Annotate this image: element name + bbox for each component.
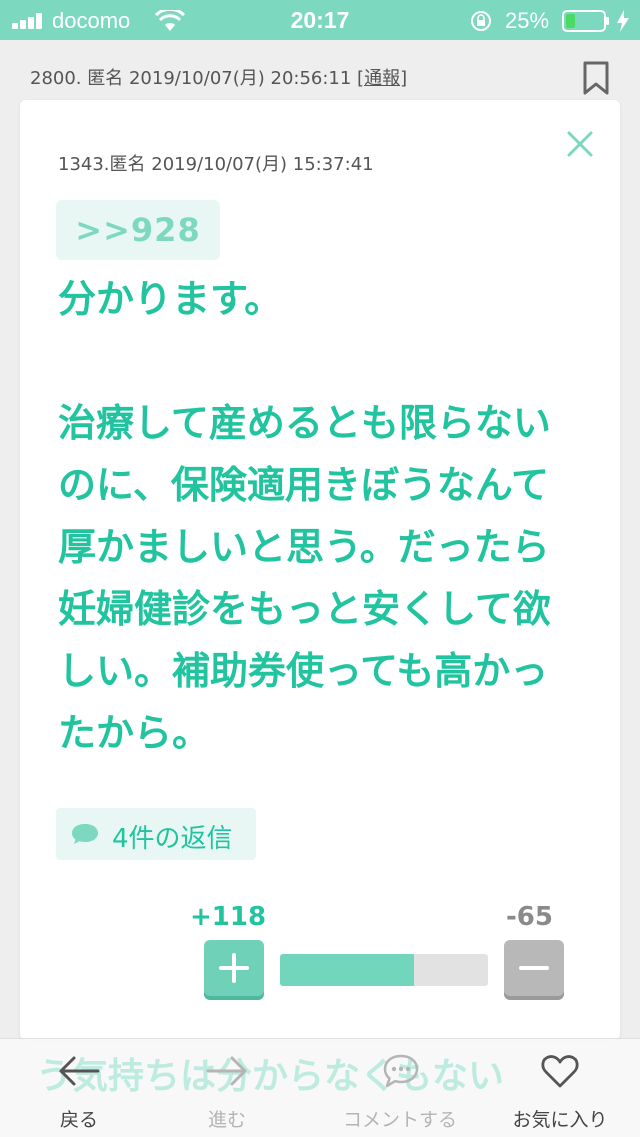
back-label: 戻る	[59, 1109, 98, 1131]
arrow-right-icon	[206, 1056, 247, 1086]
reply-modal: 1343.匿名 2019/10/07(月) 15:37:41 >>928 分かり…	[20, 100, 620, 1040]
plus-vote-button[interactable]	[204, 940, 264, 996]
status-bar: docomo 20:17 25%	[0, 0, 640, 40]
vote-ratio-fill	[280, 954, 415, 986]
plus-vote-count: +118	[190, 902, 267, 932]
comment-bubble-icon	[383, 1054, 419, 1088]
forward-button[interactable]: 進む	[168, 1039, 286, 1137]
arrow-left-icon	[59, 1056, 100, 1086]
post-meta-text: 2800. 匿名 2019/10/07(月) 20:56:11	[30, 68, 352, 89]
replies-button[interactable]: 4件の返信	[56, 808, 256, 860]
report-link[interactable]: 通報	[364, 68, 400, 89]
minus-icon	[519, 966, 549, 970]
comment-line: 厚かましいと思う。だったら	[58, 525, 550, 569]
minus-vote-count: -65	[506, 902, 553, 932]
favorite-label: お気に入り	[512, 1109, 608, 1131]
charging-bolt-icon	[617, 10, 629, 32]
replies-label: 4件の返信	[112, 824, 233, 854]
back-button[interactable]: 戻る	[20, 1039, 138, 1137]
reply-meta: 1343.匿名 2019/10/07(月) 15:37:41	[58, 154, 374, 175]
battery-icon	[562, 10, 609, 32]
vote-ratio-bar	[280, 954, 488, 986]
comment-line: 治療して産めるとも限らない	[58, 401, 551, 445]
bottom-toolbar: う気持ちは分からなくもない 戻る 進む コメントする お気に入り	[0, 1038, 640, 1137]
comment-label: コメントする	[342, 1109, 457, 1131]
favorite-button[interactable]: お気に入り	[500, 1039, 620, 1137]
comment-button[interactable]: コメントする	[330, 1039, 470, 1137]
rotation-lock-icon	[471, 11, 491, 31]
comment-line	[58, 330, 588, 392]
close-icon[interactable]	[564, 128, 596, 160]
forward-label: 進む	[207, 1109, 246, 1131]
comment-line: しい。補助券使っても高かっ	[58, 649, 549, 693]
comment-body: 分かります。 治療して産めるとも限らない のに、保険適用きぼうなんて 厚かましい…	[58, 268, 588, 764]
bookmark-icon[interactable]	[582, 60, 610, 96]
plus-icon	[219, 953, 249, 983]
battery-percent: 25%	[505, 8, 550, 33]
post-meta: 2800. 匿名 2019/10/07(月) 20:56:11 [通報]	[30, 68, 408, 89]
comment-line: のに、保険適用きぼうなんて	[58, 463, 549, 507]
anchor-link[interactable]: >>928	[56, 200, 220, 260]
heart-icon	[541, 1055, 579, 1088]
comment-line: 分かります。	[58, 277, 283, 321]
comment-line: たから。	[58, 711, 211, 755]
post-header: 2800. 匿名 2019/10/07(月) 20:56:11 [通報]	[0, 40, 640, 102]
speech-bubble-icon	[72, 824, 98, 844]
comment-line: 妊婦健診をもっと安くして欲	[58, 587, 551, 631]
minus-vote-button[interactable]	[504, 940, 564, 996]
